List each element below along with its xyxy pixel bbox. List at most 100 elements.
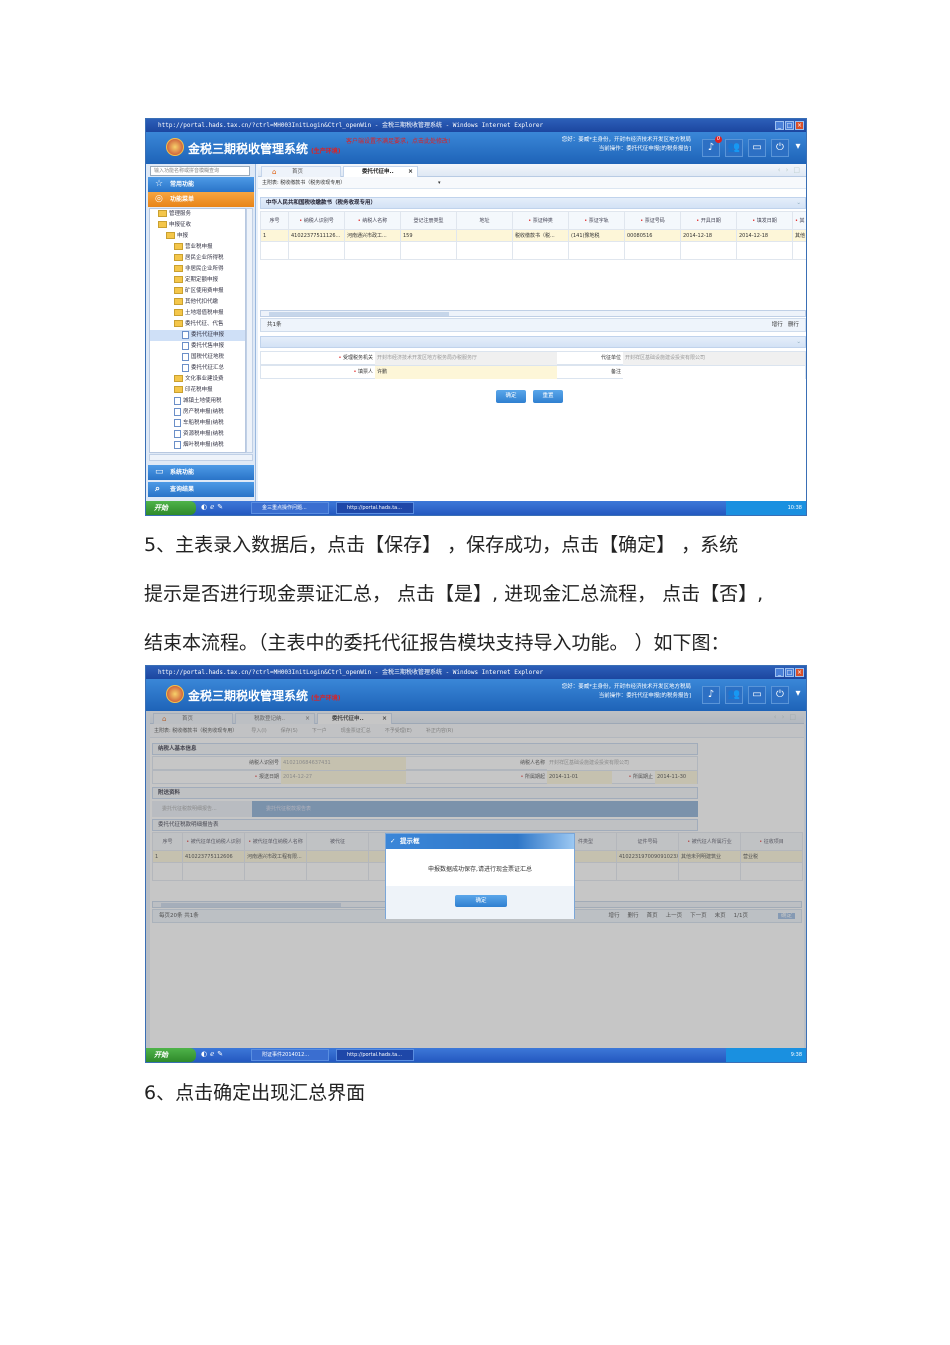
- table-cell[interactable]: 1: [260, 229, 289, 242]
- users-icon[interactable]: 👥: [725, 139, 743, 157]
- table-cell[interactable]: [288, 241, 345, 260]
- column-header[interactable]: • 票证种类: [512, 211, 569, 230]
- tree-item[interactable]: 委托代征、代售: [150, 319, 245, 330]
- tree-item[interactable]: 委托代售申报: [150, 341, 245, 352]
- tree-scrollbar[interactable]: [246, 208, 253, 453]
- chat-icon[interactable]: ▭: [748, 139, 766, 157]
- remark-field[interactable]: [623, 366, 805, 379]
- chevron-down-icon[interactable]: ▾: [794, 686, 802, 704]
- tree-item[interactable]: 国税代征地税: [150, 352, 245, 363]
- table-cell[interactable]: 00080516: [624, 229, 681, 242]
- tax-office-field[interactable]: 开封市经济技术开发区地方税务局办税服务厅: [375, 352, 557, 365]
- table-row[interactable]: 1 41022377511126... 河南通兴市政工... 159 税收缴款书（税..…: [260, 229, 806, 242]
- close-button[interactable]: ×: [795, 121, 804, 130]
- tab-entrust-declaration[interactable]: 委托代征申.. ×: [343, 166, 418, 177]
- table-cell[interactable]: 2014-12-18: [680, 229, 737, 242]
- collapse-icon[interactable]: ⌄: [796, 337, 801, 348]
- grid-hscrollbar[interactable]: [260, 310, 806, 317]
- column-header[interactable]: • 填发日期: [736, 211, 793, 230]
- confirm-button[interactable]: 确定: [496, 390, 526, 403]
- table-cell[interactable]: [680, 241, 737, 260]
- tree-item[interactable]: 营业税申报: [150, 242, 245, 253]
- column-header[interactable]: • 纳税人名称: [344, 211, 401, 230]
- power-icon[interactable]: ⏻: [771, 139, 789, 157]
- table-cell[interactable]: 41022377511126...: [288, 229, 345, 242]
- chevron-down-icon[interactable]: ▾: [794, 139, 802, 157]
- table-cell[interactable]: 其他: [792, 229, 806, 242]
- tree-item[interactable]: 管理服务: [150, 209, 245, 220]
- tree-item[interactable]: 车船税申报(纳税: [150, 418, 245, 429]
- bell-icon[interactable]: ♪ 0: [702, 136, 722, 157]
- minimize-button[interactable]: _: [775, 668, 784, 677]
- tab-nav-arrows[interactable]: ‹›□: [778, 166, 805, 174]
- chevron-down-icon[interactable]: ▾: [438, 177, 441, 189]
- dialog-ok-button[interactable]: 确定: [455, 895, 507, 907]
- table-cell[interactable]: 税收缴款书（税...: [512, 229, 569, 242]
- column-header[interactable]: • 其: [792, 211, 806, 230]
- table-cell[interactable]: 2014-12-18: [736, 229, 793, 242]
- table-cell[interactable]: [736, 241, 793, 260]
- tree-item[interactable]: 资源税申报(纳税: [150, 429, 245, 440]
- client-notice-link[interactable]: 客户端设置不满足要求，点击此处修改!: [346, 136, 450, 145]
- minimize-button[interactable]: _: [775, 121, 784, 130]
- form-select[interactable]: 税收缴款书（税务收现专用）: [280, 180, 345, 186]
- power-icon[interactable]: ⏻: [771, 686, 789, 704]
- maximize-button[interactable]: □: [785, 121, 794, 130]
- table-cell[interactable]: 159: [400, 229, 457, 242]
- tree-item[interactable]: 非居民企业所得: [150, 264, 245, 275]
- table-cell[interactable]: [512, 241, 569, 260]
- column-header[interactable]: 登记注册类型: [400, 211, 457, 230]
- filler-field[interactable]: 许鹏: [375, 366, 557, 379]
- table-cell[interactable]: 河南通兴市政工...: [344, 229, 401, 242]
- tree-item[interactable]: 文化事业建设费: [150, 374, 245, 385]
- column-header[interactable]: 序号: [260, 211, 289, 230]
- table-cell[interactable]: (141)豫地税: [568, 229, 625, 242]
- delete-row-button[interactable]: 删行: [788, 322, 799, 328]
- tree-item[interactable]: 其他代扣代缴: [150, 297, 245, 308]
- table-cell[interactable]: [260, 241, 289, 260]
- quick-launch-icons[interactable]: ◐ℯ✎: [201, 503, 226, 511]
- tree-item[interactable]: 土地增值税申报: [150, 308, 245, 319]
- tree-item[interactable]: 居民企业所得税: [150, 253, 245, 264]
- table-cell[interactable]: [792, 241, 806, 260]
- table-cell[interactable]: [456, 241, 513, 260]
- tree-item[interactable]: 委托代征汇总: [150, 363, 245, 374]
- add-row-button[interactable]: 增行: [772, 322, 783, 328]
- users-icon[interactable]: 👥: [725, 686, 743, 704]
- tree-item[interactable]: 烟叶税申报(纳税: [150, 440, 245, 451]
- nav-query-results[interactable]: ⌕ 查询结果: [148, 482, 254, 497]
- table-cell[interactable]: [344, 241, 401, 260]
- column-header[interactable]: • 开具日期: [680, 211, 737, 230]
- function-search-input[interactable]: 输入功能名称或拼音模糊查询: [150, 166, 250, 176]
- agent-unit-field[interactable]: 开封祥区基础设施建设投资有限公司: [623, 352, 805, 365]
- taskbar-item-doc[interactable]: 金三重点操作问题...: [251, 502, 329, 514]
- table-cell[interactable]: [456, 229, 513, 242]
- taskbar-item-ie[interactable]: http://portal.hads.ta...: [336, 502, 414, 514]
- quick-launch-icons[interactable]: ◐ℯ✎: [201, 1050, 226, 1058]
- taskbar-item-ie[interactable]: http://portal.hads.ta...: [336, 1049, 414, 1061]
- tree-item[interactable]: 申报: [150, 231, 245, 242]
- nav-common-functions[interactable]: ☆ 常用功能: [148, 177, 254, 192]
- column-header[interactable]: • 纳税人识别号: [288, 211, 345, 230]
- table-cell[interactable]: [568, 241, 625, 260]
- close-button[interactable]: ×: [795, 668, 804, 677]
- tree-item[interactable]: 矿区使用费申报: [150, 286, 245, 297]
- close-tab-icon[interactable]: ×: [408, 167, 413, 177]
- chat-icon[interactable]: ▭: [748, 686, 766, 704]
- tree-item[interactable]: 定期定额申报: [150, 275, 245, 286]
- nav-system-functions[interactable]: ▭ 系统功能: [148, 465, 254, 480]
- tree-hscrollbar[interactable]: [149, 454, 253, 461]
- nav-function-menu[interactable]: ◎ 功能菜单: [148, 192, 254, 207]
- collapse-icon[interactable]: ⌄: [796, 198, 801, 209]
- column-header[interactable]: • 票证号码: [624, 211, 681, 230]
- table-cell[interactable]: [400, 241, 457, 260]
- tree-item[interactable]: 申报征收: [150, 220, 245, 231]
- tree-item[interactable]: 房产税申报(纳税: [150, 407, 245, 418]
- tab-home[interactable]: ⌂ 首页: [261, 166, 341, 177]
- tree-item[interactable]: 城镇土地使用税: [150, 396, 245, 407]
- bell-icon[interactable]: ♪: [702, 686, 720, 704]
- start-button[interactable]: 开始: [146, 1048, 196, 1062]
- tree-item[interactable]: 印花税申报: [150, 385, 245, 396]
- start-button[interactable]: 开始: [146, 501, 196, 515]
- reset-button[interactable]: 重置: [533, 390, 563, 403]
